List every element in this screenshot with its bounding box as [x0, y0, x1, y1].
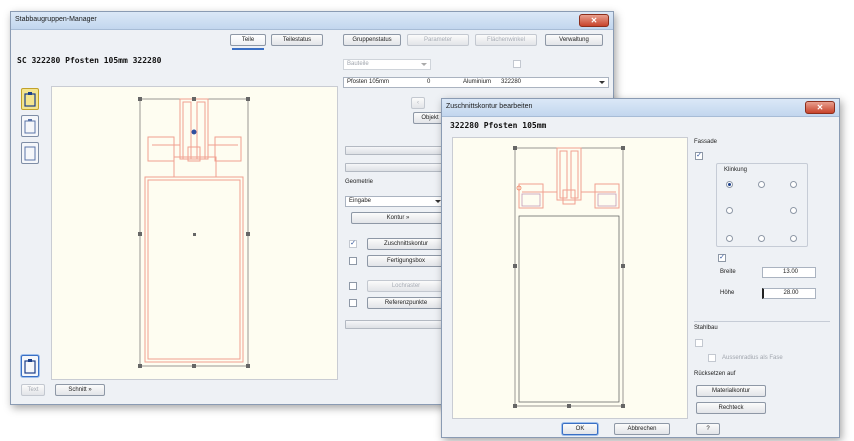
dialog-profile-drawing — [513, 146, 625, 408]
aussenradius-label: Aussenradius als Fase — [722, 355, 783, 361]
part-name: Pfosten 105mm — [347, 79, 390, 85]
profile-icon — [24, 359, 36, 374]
klinkung-radio-top-center[interactable] — [758, 181, 765, 188]
fertigungsbox-button[interactable]: Fertigungsbox — [367, 255, 445, 267]
chevron-down-icon — [421, 63, 427, 66]
divider — [694, 321, 830, 322]
tab-teile[interactable]: Teile — [230, 34, 266, 46]
hoehe-input[interactable]: 28.00 — [762, 288, 816, 299]
klinkung-radio-middle-left[interactable] — [726, 207, 733, 214]
profile-outline-icon — [24, 119, 36, 134]
breite-label: Breite — [720, 269, 736, 275]
collapsed-section-bar-3[interactable] — [345, 320, 445, 329]
text-button[interactable]: Text — [21, 384, 45, 396]
klinkung-label: Klinkung — [724, 167, 748, 173]
zuschnittskontur-dialog: Zuschnittskontur bearbeiten ✕ 322280 Pfo… — [441, 98, 840, 438]
main-titlebar[interactable]: Stabbaugruppen-Manager ✕ — [11, 12, 613, 30]
profile-drawing — [138, 97, 250, 368]
klinkung-checkbox[interactable]: ✓ — [718, 254, 726, 262]
part-material: Aluminium — [463, 79, 492, 85]
collapsed-section-bar-1[interactable] — [345, 146, 445, 155]
materialkontur-button[interactable]: Materialkontur — [696, 385, 766, 397]
tool-button-1[interactable] — [21, 88, 39, 110]
chevron-left-icon: ‹ — [417, 100, 419, 106]
active-tab-underline — [232, 48, 264, 50]
kontur-button[interactable]: Kontur » — [351, 212, 445, 224]
fertigungsbox-checkbox[interactable] — [349, 257, 357, 265]
tool-button-bottom[interactable] — [21, 355, 39, 377]
zuschnittskontur-checkbox[interactable]: ✓ — [349, 240, 357, 248]
eingabe-select[interactable]: Eingabe — [345, 196, 445, 207]
tab-gruppenstatus[interactable]: Gruppenstatus — [343, 34, 401, 46]
zuschnittskontur-button[interactable]: Zuschnittskontur — [367, 238, 445, 250]
aussenradius-checkbox[interactable] — [708, 354, 716, 362]
klinkung-radio-bottom-center[interactable] — [758, 235, 765, 242]
klinkung-radio-bottom-right[interactable] — [790, 235, 797, 242]
stahlbau-checkbox[interactable] — [695, 339, 703, 347]
fassade-checkbox[interactable]: ✓ — [695, 152, 703, 160]
collapsed-section-bar-2[interactable] — [345, 163, 445, 172]
check-icon: ✓ — [696, 152, 702, 159]
tool-button-2[interactable] — [21, 115, 39, 137]
stahlbau-label: Stahlbau — [694, 325, 718, 331]
close-icon[interactable]: ✕ — [579, 14, 609, 27]
part-count: 0 — [427, 79, 431, 85]
hoehe-label: Höhe — [720, 290, 735, 296]
check-icon: ✓ — [350, 240, 356, 247]
chevron-down-icon — [599, 81, 605, 84]
close-icon[interactable]: ✕ — [805, 101, 835, 114]
lochraster-button[interactable]: Lochraster — [367, 280, 445, 292]
tab-flaechenwinkel[interactable]: Flächenwinkel — [475, 34, 537, 46]
check-icon: ✓ — [719, 254, 725, 261]
breite-input[interactable]: 13.00 — [762, 267, 816, 278]
klinkung-radio-middle-right[interactable] — [790, 207, 797, 214]
geometrie-label: Geometrie — [345, 179, 374, 185]
tab-parameter[interactable]: Parameter — [407, 34, 469, 46]
bauteile-select[interactable]: Bauteile — [343, 59, 431, 70]
dialog-drawing-canvas[interactable] — [452, 137, 688, 419]
help-button[interactable]: ? — [696, 423, 720, 435]
profile-icon — [24, 92, 36, 107]
schnitt-button[interactable]: Schnitt » — [55, 384, 105, 396]
tool-button-3[interactable] — [21, 142, 39, 164]
dialog-title: Zuschnittskontur bearbeiten — [446, 103, 533, 110]
tab-teilestatus[interactable]: Teilestatus — [271, 34, 323, 46]
part-code: 322280 — [501, 79, 522, 85]
rechteck-button[interactable]: Rechteck — [696, 402, 766, 414]
abbrechen-button[interactable]: Abbrechen — [614, 423, 670, 435]
bauteile-checkbox[interactable] — [513, 60, 521, 68]
klinkung-radio-top-right[interactable] — [790, 181, 797, 188]
main-window-title: Stabbaugruppen-Manager — [15, 16, 97, 23]
ruecksetzen-label: Rücksetzen auf — [694, 371, 736, 377]
dialog-heading: 322280 Pfosten 105mm — [450, 121, 547, 130]
fassade-label: Fassade — [694, 139, 718, 145]
nav-left-button[interactable]: ‹ — [411, 97, 425, 109]
dialog-titlebar[interactable]: Zuschnittskontur bearbeiten ✕ — [442, 99, 839, 117]
klinkung-radio-bottom-left[interactable] — [726, 235, 733, 242]
referenzpunkte-checkbox[interactable] — [349, 299, 357, 307]
referenzpunkte-button[interactable]: Referenzpunkte — [367, 297, 445, 309]
bauteile-select-value: Bauteile — [347, 61, 369, 67]
part-heading: SC 322280 Pfosten 105mm 322280 — [17, 56, 162, 65]
rectangle-icon — [24, 146, 36, 161]
tab-verwaltung[interactable]: Verwaltung — [545, 34, 603, 46]
eingabe-select-value: Eingabe — [349, 198, 372, 204]
ok-button[interactable]: OK — [562, 423, 598, 435]
lochraster-checkbox[interactable] — [349, 282, 357, 290]
drawing-canvas[interactable] — [51, 86, 338, 380]
klinkung-radio-top-left[interactable] — [726, 181, 733, 188]
